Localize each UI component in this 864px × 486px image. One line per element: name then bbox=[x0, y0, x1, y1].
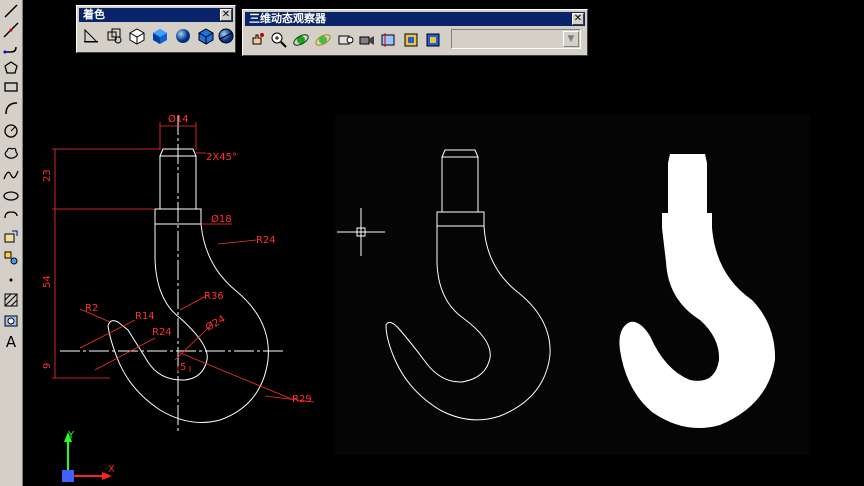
ucs-z-marker bbox=[62, 470, 74, 482]
crosshair-cursor bbox=[337, 208, 385, 256]
dim-d14: Ø14 bbox=[168, 113, 189, 125]
dim-h9: 9 bbox=[42, 363, 53, 369]
dim-r36: R36 bbox=[204, 291, 224, 302]
dimension-lines bbox=[52, 122, 315, 403]
dim-r24-top: R24 bbox=[256, 235, 276, 246]
dim-r14: R14 bbox=[135, 311, 155, 322]
dim-r24-low: R24 bbox=[152, 327, 172, 338]
shaded-hook bbox=[619, 154, 776, 429]
dimension-text: Ø14 2X45° 23 Ø18 R24 54 R36 R2 R14 R24 Ø… bbox=[42, 113, 312, 405]
ucs-x-label: X bbox=[108, 464, 115, 475]
ucs-y-label: Y bbox=[67, 430, 75, 441]
dim-chamfer: 2X45° bbox=[206, 152, 237, 163]
dim-h23: 23 bbox=[42, 169, 53, 182]
ucs-icon: Y X bbox=[62, 430, 115, 482]
dim-d18: Ø18 bbox=[211, 213, 232, 225]
drawing-canvas[interactable]: Ø14 2X45° 23 Ø18 R24 54 R36 R2 R14 R24 Ø… bbox=[0, 0, 864, 486]
hook-outline bbox=[107, 223, 269, 423]
dimensioned-hook-drawing bbox=[60, 115, 283, 432]
dim-r29: R29 bbox=[292, 394, 312, 405]
dim-d24: Ø24 bbox=[204, 313, 228, 334]
dim-h54: 54 bbox=[42, 275, 53, 288]
dim-dist5: 5 bbox=[180, 362, 186, 373]
hidden-line-hook bbox=[385, 149, 551, 421]
dim-r2: R2 bbox=[85, 303, 98, 314]
